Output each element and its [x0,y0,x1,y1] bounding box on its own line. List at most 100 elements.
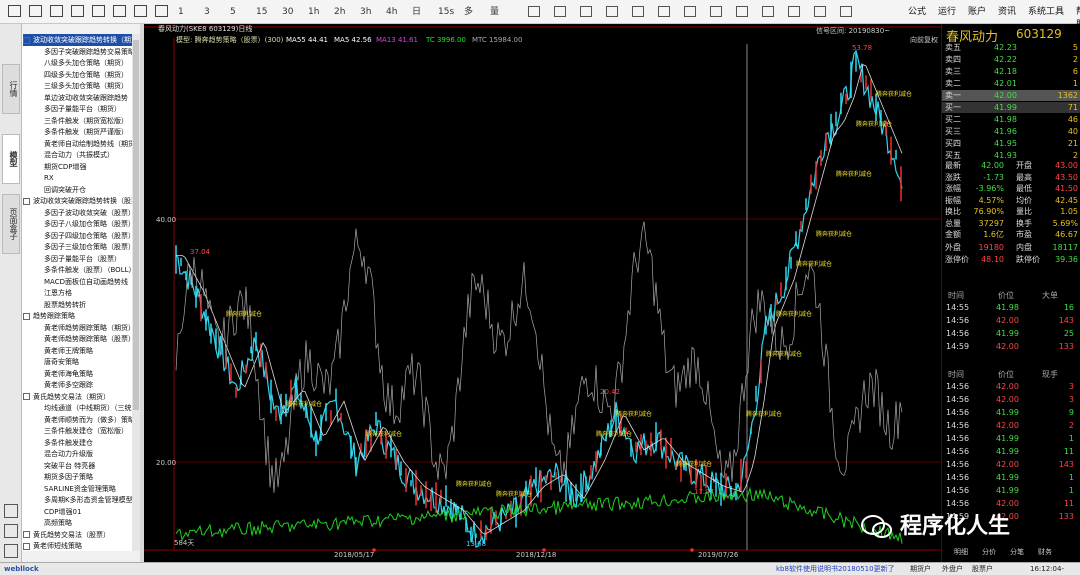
tree-item[interactable]: 三级多头加仓策略（期货） [44,80,128,92]
bar-chart-icon[interactable] [50,5,63,17]
tree-item[interactable]: 期货CDP增强 [44,161,87,173]
expand-icon[interactable] [23,393,30,400]
window2-icon[interactable] [762,6,774,17]
period-button-9[interactable]: 日 [412,4,421,20]
tab-quotes[interactable]: 行情 [2,64,20,114]
tree-item[interactable]: 八级多头加仓策略（期货） [44,57,128,69]
tree-item[interactable]: 多周期K多形态资金管理模型 [44,494,133,506]
stock-account-button[interactable]: 股票户 [972,563,993,575]
tree-item[interactable]: 突破平台 特亮器 [44,460,95,472]
period-button-6[interactable]: 2h [334,4,345,20]
tree-item[interactable]: 多条件触发（期货严谨版） [44,126,128,138]
tree-item[interactable]: 唐奇安策略 [44,356,79,368]
table-icon[interactable] [92,5,105,17]
tree-item[interactable]: 多条件触发建仓 [44,437,93,449]
period-button-7[interactable]: 3h [360,4,371,20]
tree-item[interactable]: 黄老师海龟策略 [44,368,93,380]
clock2-icon[interactable] [814,6,826,17]
tree-item[interactable]: 混合动力升级版 [44,448,93,460]
tree-item[interactable]: 多因子突破跟踪趋势交易策略 [44,46,135,58]
tree-item[interactable]: 黄老师趋势跟踪策略（股票） [44,333,135,345]
menu-item-3[interactable]: 资讯 [998,4,1016,17]
tab-model[interactable]: 模型 [2,134,20,184]
tab-page-box[interactable]: 页面盒子 [2,194,20,254]
tree-scroll-thumb[interactable] [133,40,139,410]
list-icon[interactable] [4,524,18,538]
tree-group[interactable]: 黄氏趋势交易法（股票） [23,529,110,541]
tree-item[interactable]: 股票趋势转折 [44,299,86,311]
period-button-11[interactable]: 多 [464,4,473,20]
tree-item[interactable]: 多因子量能平台（期货） [44,103,121,115]
arrow-left-icon[interactable] [528,6,540,17]
tree-item[interactable]: 多因子四级加仓策略（股票） [44,230,135,242]
tree-item[interactable]: 多条件触发（股票）（BOLL） [44,264,136,276]
line-chart-icon[interactable] [29,5,42,17]
expand-icon[interactable] [23,36,30,44]
grid-icon[interactable] [71,5,84,17]
tree-item[interactable]: 三条件触发（期货宽松版） [44,115,128,127]
crop-icon[interactable] [710,6,722,17]
tree-item[interactable]: 单边波动收敛突破跟踪趋势 [44,92,128,104]
tree-item[interactable]: 高频策略 [44,517,72,529]
doc-icon[interactable] [684,6,696,17]
period-button-10[interactable]: 15s [438,4,454,20]
tree-item[interactable]: 黄老师趋势跟踪策略（期货） [44,322,135,334]
tree-group[interactable]: 趋势跟踪策略 [23,310,75,322]
kline-chart-area[interactable]: 春风动力(SKE8 603129)日线 模型: 腾奔趋势策略（股票）(300) … [144,24,941,562]
tree-item[interactable]: 三条件触发建仓（宽松版） [44,425,128,437]
tree-item[interactable]: 黄老师王牌策略 [44,345,93,357]
period-button-12[interactable]: 量 [490,4,499,20]
grid2-icon[interactable] [658,6,670,17]
edit-icon[interactable] [4,504,18,518]
tree-item[interactable]: RX [44,172,54,184]
star-icon[interactable] [840,6,852,17]
tree-item[interactable]: 江恩方格 [44,287,72,299]
tree-item[interactable]: 四级多头加仓策略（期货） [44,69,128,81]
expand-icon[interactable] [23,197,30,205]
tree-group[interactable]: 波动收敛突破跟踪趋势转换（股票） [23,195,139,207]
window-icon[interactable] [155,5,168,17]
menu-item-1[interactable]: 运行 [938,4,956,17]
period-button-4[interactable]: 30 [282,4,293,20]
tab-price-dist[interactable]: 分价 [982,547,996,557]
period-button-2[interactable]: 5 [230,4,236,20]
period-button-8[interactable]: 4h [386,4,397,20]
tree-item[interactable]: 多因子八级加仓策略（股票） [44,218,135,230]
expand-icon[interactable] [23,531,30,538]
tree-item[interactable]: 混合动力（共振模式） [44,149,114,161]
tree-item[interactable]: 黄老师自动绘制趋势线（期货） [44,138,139,150]
zoom-icon[interactable] [580,6,592,17]
period-button-0[interactable]: 1 [178,4,184,20]
futures-account-button[interactable]: 期货户 [910,563,931,575]
tree-item[interactable]: 多因子三级加仓策略（股票） [44,241,135,253]
settings-icon[interactable] [4,544,18,558]
tree-item[interactable]: CDP增强01 [44,506,81,518]
tree-group[interactable]: 黄氏趋势交易法（期货） [23,391,110,403]
kline-chart[interactable]: 春风动力(SKE8 603129)日线 模型: 腾奔趋势策略（股票）(300) … [144,24,941,562]
check-icon[interactable] [632,6,644,17]
menu-item-2[interactable]: 账户 [968,4,986,17]
tree-group[interactable]: 波动收敛突破跟踪趋势转换（期货） [23,34,139,46]
tree-item[interactable]: 期货多因子策略 [44,471,93,483]
tree-item[interactable]: MACD面板位自动画趋势线 [44,276,128,288]
tree-item[interactable]: 黄老师顺势而为（做多）策略 [44,414,135,426]
tree-item[interactable]: 多因子量能平台（股票） [44,253,121,265]
expand-icon[interactable] [23,542,30,550]
refresh-icon[interactable] [134,5,147,17]
expand-icon[interactable] [23,312,30,320]
tree-item[interactable]: 多因子波动收敛突破（股票） [44,207,135,219]
pen-icon[interactable] [606,6,618,17]
menu-item-4[interactable]: 系统工具 [1028,4,1064,17]
tree-group[interactable]: 黄老师短线策略 [23,540,82,551]
clock-icon[interactable] [113,5,126,17]
tree-scrollbar[interactable] [132,34,140,551]
outer-account-button[interactable]: 外盘户 [942,563,963,575]
menu-item-0[interactable]: 公式 [908,4,926,17]
tab-finance[interactable]: 财务 [1038,547,1052,557]
period-button-1[interactable]: 3 [204,4,210,20]
tree-item[interactable]: SARLINE资金管理策略 [44,483,116,495]
tree-item[interactable]: 回调突破开仓 [44,184,86,196]
square-icon[interactable] [8,5,21,17]
screen-icon[interactable] [788,6,800,17]
period-button-3[interactable]: 15 [256,4,267,20]
